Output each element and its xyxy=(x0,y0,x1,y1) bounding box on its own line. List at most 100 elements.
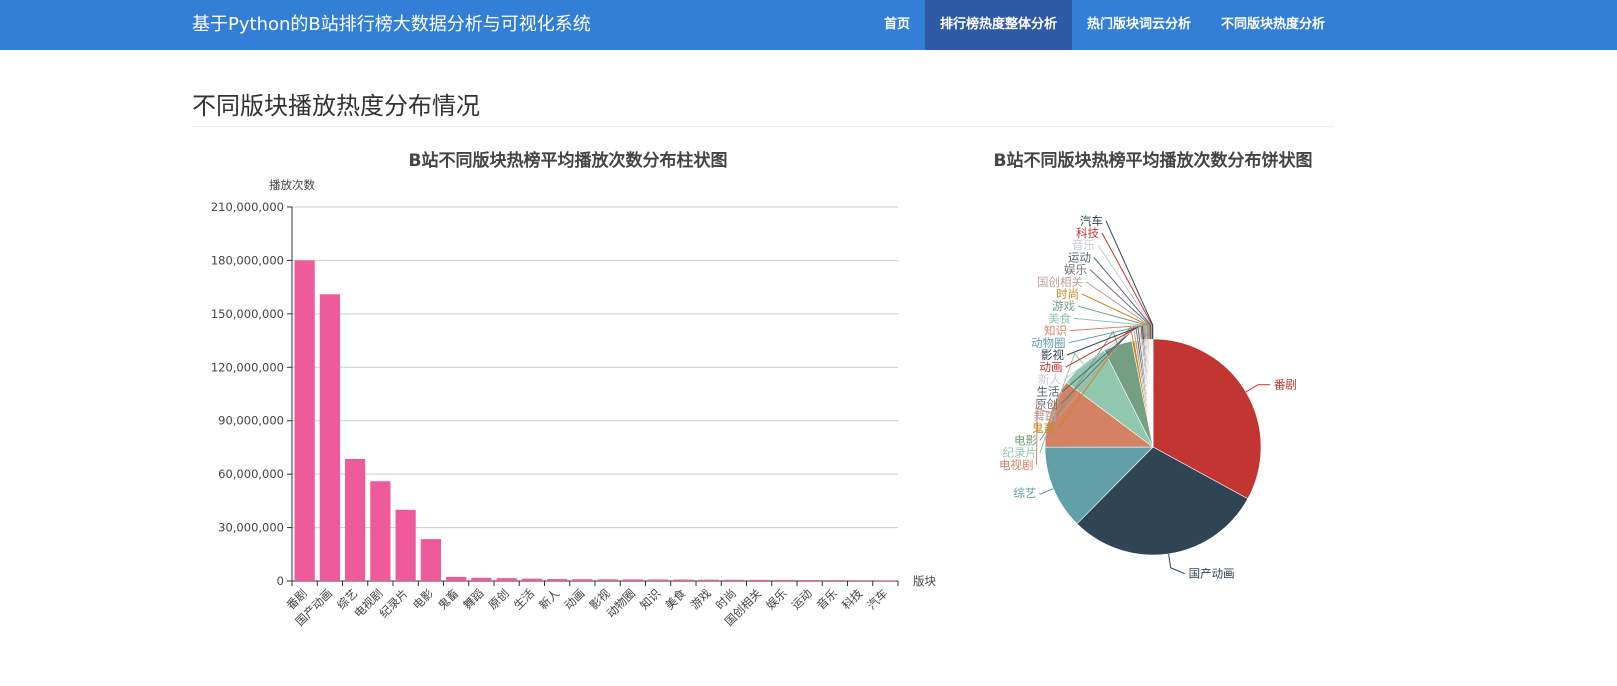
bar-运动[interactable] xyxy=(799,580,820,581)
bar-知识[interactable] xyxy=(648,579,669,581)
bar-时尚[interactable] xyxy=(723,579,744,581)
pie-slice-生活[interactable] xyxy=(1138,339,1154,448)
y-tick-label: 180,000,000 xyxy=(211,253,284,267)
bar-电影[interactable] xyxy=(420,539,441,581)
pie-label-美食: 美食 xyxy=(1048,311,1071,325)
pie-slice-运动[interactable] xyxy=(1150,338,1154,448)
bar-游戏[interactable] xyxy=(698,579,719,581)
pie-label-line xyxy=(1059,325,1137,417)
bar-鬼畜[interactable] xyxy=(446,576,467,581)
bar-x-ticks: 番剧国产动画 综艺电视剧纪录片 电影 鬼畜 舞蹈 原创 生活 新人 动画 影视动物圈 知识 美食 游戏时… xyxy=(284,581,899,629)
pie-slice-国产动画[interactable] xyxy=(1076,446,1249,556)
pie-slice-综艺[interactable] xyxy=(1044,446,1154,525)
pie-slice-番剧[interactable] xyxy=(1152,338,1262,500)
pie-label-综艺: 综艺 xyxy=(1013,486,1036,500)
pie-label-汽车: 汽车 xyxy=(1080,214,1103,228)
pie-slice-音乐[interactable] xyxy=(1151,338,1154,448)
pie-label-音乐: 音乐 xyxy=(1072,238,1095,252)
pie-label-时尚: 时尚 xyxy=(1056,287,1079,301)
x-tick-label: 游戏 xyxy=(688,586,715,613)
x-tick-label: 生活 xyxy=(511,586,537,612)
pie-chart-title: B站不同版块热榜平均播放次数分布饼状图 xyxy=(994,150,1313,171)
bar-影视[interactable] xyxy=(597,579,618,581)
bar-国创相关[interactable] xyxy=(749,579,770,581)
pie-label-line xyxy=(1066,324,1145,356)
bar-新人[interactable] xyxy=(547,579,568,581)
pie-label-line xyxy=(1062,324,1141,392)
pie-slice-时尚[interactable] xyxy=(1147,338,1154,448)
pie-slice-国创相关[interactable] xyxy=(1148,338,1154,448)
bar-动物圈[interactable] xyxy=(622,579,643,581)
pie-slice-知识[interactable] xyxy=(1144,338,1154,448)
pie-slice-电影[interactable] xyxy=(1103,340,1154,448)
pie-label-科技: 科技 xyxy=(1076,226,1099,240)
bar-原创[interactable] xyxy=(496,578,517,581)
bar-音乐[interactable] xyxy=(824,580,845,581)
pie-slice-新人[interactable] xyxy=(1140,339,1154,448)
pie-slice-纪录片[interactable] xyxy=(1066,350,1154,448)
bar-电视剧[interactable] xyxy=(370,481,391,581)
pie-label-娱乐: 娱乐 xyxy=(1064,263,1087,277)
pie-slice-舞蹈[interactable] xyxy=(1134,339,1154,448)
pie-label-舞蹈: 舞蹈 xyxy=(1034,409,1057,423)
bar-娱乐[interactable] xyxy=(774,579,795,581)
x-tick-label: 原创 xyxy=(486,586,512,612)
pie-label-line xyxy=(1101,232,1153,340)
pie-label-line xyxy=(1039,330,1119,441)
x-tick-label: 动物圈 xyxy=(604,586,638,620)
pie-slice-娱乐[interactable] xyxy=(1149,338,1154,448)
pie-slice-电视剧[interactable] xyxy=(1044,381,1154,448)
pie-label-line xyxy=(1077,305,1149,340)
nav-item-section-heat[interactable]: 不同版块热度分析 xyxy=(1206,0,1340,50)
nav-item-wordcloud[interactable]: 热门版块词云分析 xyxy=(1072,0,1206,50)
pie-label-line xyxy=(1093,257,1152,340)
pie-slice-动物圈[interactable] xyxy=(1143,338,1154,448)
pie-label-line xyxy=(1068,324,1146,344)
pie-label-原创: 原创 xyxy=(1035,397,1058,411)
pie-label-line xyxy=(1081,293,1150,340)
y-tick-label: 90,000,000 xyxy=(218,414,284,428)
bar-舞蹈[interactable] xyxy=(471,577,492,581)
pie-slice-美食[interactable] xyxy=(1145,338,1154,448)
pie-slice-原创[interactable] xyxy=(1136,339,1154,448)
pie-label-line xyxy=(1039,488,1054,495)
pie-label-国产动画: 国产动画 xyxy=(1189,567,1235,581)
bar-国产动画[interactable] xyxy=(319,294,340,581)
pie-slice-鬼畜[interactable] xyxy=(1131,340,1154,448)
y-axis-label: 播放次数 xyxy=(269,178,315,192)
y-tick-label: 30,000,000 xyxy=(218,521,284,535)
bar-动画[interactable] xyxy=(572,579,593,581)
pie-label-line xyxy=(1105,220,1154,340)
pie-label-影视: 影视 xyxy=(1041,348,1064,362)
bar-科技[interactable] xyxy=(850,580,871,581)
bar-美食[interactable] xyxy=(673,579,694,581)
y-tick-label: 0 xyxy=(277,574,284,588)
pie-label-番剧: 番剧 xyxy=(1274,378,1297,392)
pie-label-line xyxy=(1039,352,1084,453)
x-tick-label: 科技 xyxy=(839,586,866,613)
x-tick-label: 娱乐 xyxy=(763,586,790,613)
y-tick-label: 150,000,000 xyxy=(211,307,284,321)
pie-label-line xyxy=(1069,324,1147,340)
pie-label-line xyxy=(1060,325,1139,405)
y-tick-label: 60,000,000 xyxy=(218,467,284,481)
bar-生活[interactable] xyxy=(521,578,542,581)
bar-汽车[interactable] xyxy=(875,580,896,582)
pie-slice-影视[interactable] xyxy=(1142,339,1154,448)
pie-slice-游戏[interactable] xyxy=(1146,338,1154,448)
x-tick-label: 音乐 xyxy=(814,586,841,613)
x-tick-label: 美食 xyxy=(662,586,689,613)
pie-slices xyxy=(1044,338,1262,556)
pie-label-电视剧: 电视剧 xyxy=(999,458,1034,472)
pie-label-line xyxy=(1245,384,1270,393)
pie-label-line xyxy=(1073,317,1148,340)
bar-纪录片[interactable] xyxy=(395,509,416,581)
pie-slice-动画[interactable] xyxy=(1141,339,1154,448)
pie-label-国创相关: 国创相关 xyxy=(1037,275,1083,289)
pie-slice-科技[interactable] xyxy=(1151,338,1154,448)
x-tick-label: 鬼畜 xyxy=(435,586,461,612)
pie-label-游戏: 游戏 xyxy=(1052,299,1075,313)
bar-综艺[interactable] xyxy=(345,459,366,581)
pie-label-运动: 运动 xyxy=(1068,250,1091,264)
bar-番剧[interactable] xyxy=(294,260,315,581)
